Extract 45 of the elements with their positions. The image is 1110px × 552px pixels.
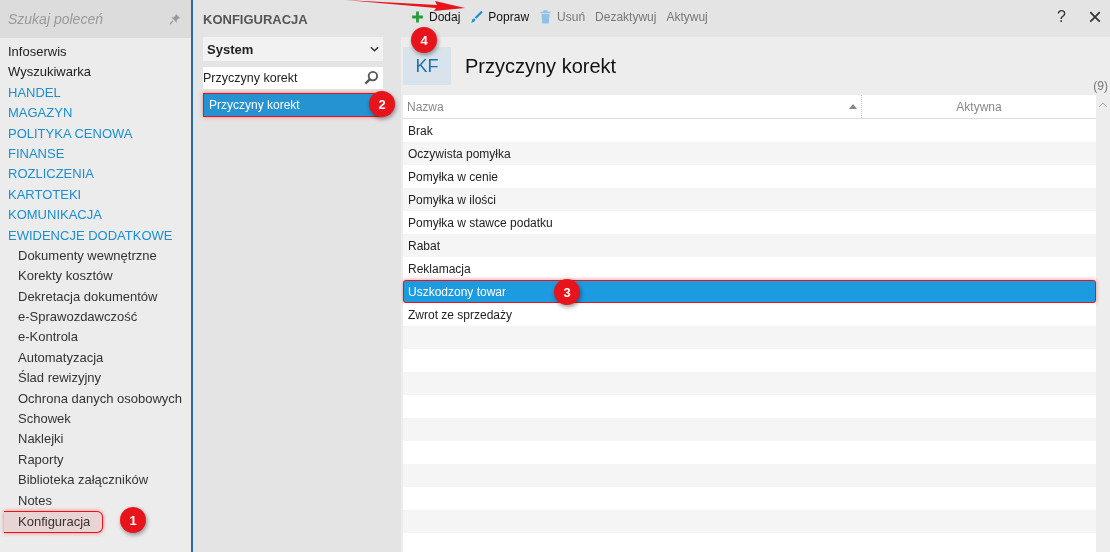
help-button[interactable]: ?: [1057, 7, 1066, 26]
scroll-up-icon[interactable]: [1098, 102, 1108, 108]
sidebar-item[interactable]: Dokumenty wewnętrzne: [0, 245, 165, 267]
sidebar-item[interactable]: Ochrona danych osobowych: [0, 388, 191, 410]
search-icon[interactable]: [364, 70, 379, 85]
table-row[interactable]: Zwrot ze sprzedaży: [403, 303, 1096, 326]
table-row[interactable]: Pomyłka w cenie: [403, 165, 1096, 188]
table-row[interactable]: Pomyłka w ilości: [403, 188, 1096, 211]
sidebar-item[interactable]: Ślad rewizyjny: [0, 368, 110, 389]
sidebar-item[interactable]: e-Kontrola: [0, 327, 86, 348]
panel-title: KONFIGURACJA: [203, 11, 308, 29]
chevron-down-icon: [370, 46, 379, 52]
column-header[interactable]: Nazwa: [403, 95, 862, 118]
module-badge: KF: [403, 47, 451, 85]
sidebar-item[interactable]: Schowek: [0, 409, 79, 430]
sidebar-item[interactable]: Konfiguracja: [4, 511, 104, 534]
pin-icon[interactable]: [169, 13, 181, 25]
sidebar-item[interactable]: Biblioteka załączników: [0, 470, 157, 491]
sidebar-item[interactable]: Korekty kosztów: [0, 266, 121, 287]
sidebar-item[interactable]: Automatyzacja: [0, 347, 112, 369]
search-field[interactable]: Szukaj poleceń: [0, 0, 191, 38]
close-button[interactable]: ×: [1088, 4, 1102, 29]
trash-icon: [539, 9, 553, 24]
table-row[interactable]: Brak: [403, 119, 1096, 142]
table-row[interactable]: Reklamacja: [403, 257, 1096, 280]
sidebar-item[interactable]: Wyszukiwarka: [0, 62, 99, 83]
category-dropdown[interactable]: System: [203, 37, 383, 61]
toolbar-button[interactable]: Dodaj: [411, 9, 461, 24]
brush-icon: [470, 9, 484, 24]
search-field[interactable]: Przyczyny korekt: [203, 67, 383, 89]
table-row[interactable]: Oczywista pomyłka: [403, 142, 1096, 165]
sidebar-item[interactable]: e-Sprawozdawczość: [0, 307, 146, 328]
column-header[interactable]: Aktywna: [862, 95, 1096, 118]
record-count: (9): [1093, 79, 1108, 93]
sort-icon: [849, 104, 857, 109]
page-title: Przyczyny korekt: [465, 54, 617, 78]
table-row[interactable]: Rabat: [403, 234, 1096, 257]
plus-icon: [411, 9, 424, 24]
sidebar-item[interactable]: Notes: [0, 490, 60, 511]
sidebar-item[interactable]: Naklejki: [0, 429, 72, 450]
sidebar-item[interactable]: Raporty: [0, 449, 72, 471]
sidebar-item[interactable]: Infoserwis: [0, 42, 75, 63]
sidebar-item[interactable]: Dekretacja dokumentów: [0, 286, 166, 308]
table-row[interactable]: Pomyłka w stawce podatku: [403, 211, 1096, 234]
toolbar-button[interactable]: Popraw: [470, 9, 530, 24]
